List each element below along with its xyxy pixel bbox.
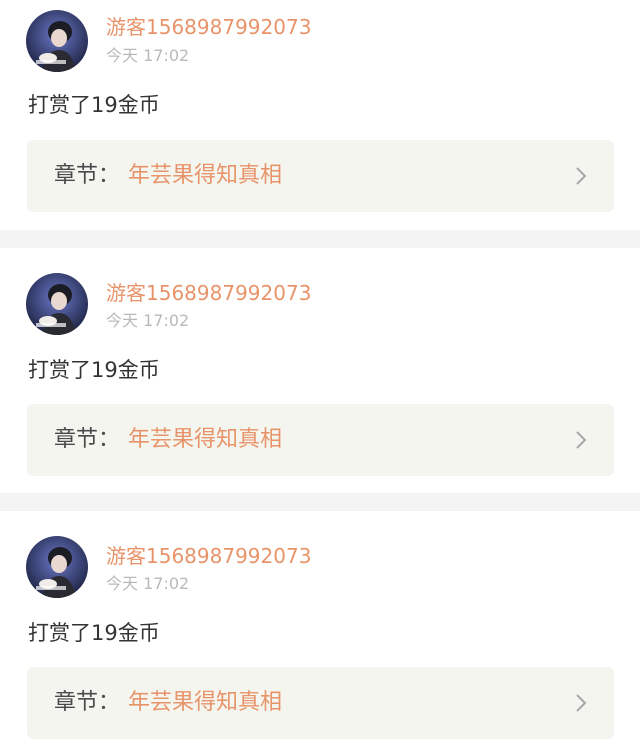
section-divider (0, 493, 640, 511)
avatar-photo-icon (26, 10, 88, 72)
chapter-title: 年芸果得知真相 (128, 427, 283, 452)
timestamp: 今天 17:02 (106, 574, 190, 593)
chapter-title: 年芸果得知真相 (128, 163, 283, 188)
chevron-right-icon (576, 694, 587, 712)
username[interactable]: 游客1568987992073 (106, 14, 311, 40)
avatar-photo-icon (26, 273, 88, 335)
chapter-link[interactable]: 章节： 年芸果得知真相 (27, 667, 614, 739)
reward-entry: 游客1568987992073 今天 17:02 打赏了19金币 章节： 年芸果… (0, 0, 640, 230)
chapter-label: 章节： (54, 427, 121, 452)
chapter-label: 章节： (54, 690, 121, 715)
reward-text: 打赏了19金币 (28, 358, 160, 382)
reward-text: 打赏了19金币 (28, 93, 160, 117)
chapter-link[interactable]: 章节： 年芸果得知真相 (27, 404, 614, 476)
chevron-right-icon (576, 167, 587, 185)
chapter-link[interactable]: 章节： 年芸果得知真相 (27, 140, 614, 212)
username[interactable]: 游客1568987992073 (106, 543, 311, 569)
timestamp: 今天 17:02 (106, 311, 190, 330)
reward-entry: 游客1568987992073 今天 17:02 打赏了19金币 章节： 年芸果… (0, 248, 640, 493)
user-avatar[interactable] (26, 536, 88, 598)
chevron-right-icon (576, 431, 587, 449)
user-avatar[interactable] (26, 10, 88, 72)
reward-feed: 游客1568987992073 今天 17:02 打赏了19金币 章节： 年芸果… (0, 0, 640, 756)
reward-entry: 游客1568987992073 今天 17:02 打赏了19金币 章节： 年芸果… (0, 511, 640, 756)
reward-text: 打赏了19金币 (28, 621, 160, 645)
timestamp: 今天 17:02 (106, 46, 190, 65)
chapter-title: 年芸果得知真相 (128, 690, 283, 715)
chapter-label: 章节： (54, 163, 121, 188)
username[interactable]: 游客1568987992073 (106, 280, 311, 306)
avatar-photo-icon (26, 536, 88, 598)
user-avatar[interactable] (26, 273, 88, 335)
section-divider (0, 230, 640, 248)
